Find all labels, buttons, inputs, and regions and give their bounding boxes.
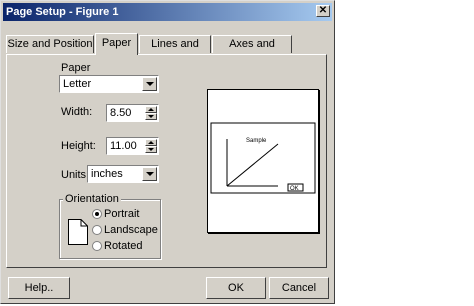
- window-title: Page Setup - Figure 1: [6, 6, 119, 18]
- paper-size-select[interactable]: Letter: [59, 75, 159, 93]
- radio-landscape[interactable]: [92, 225, 102, 235]
- landscape-label: Landscape: [104, 224, 158, 236]
- spin-up-icon[interactable]: [145, 139, 157, 146]
- spin-up-icon[interactable]: [145, 106, 157, 113]
- width-value: 8.50: [110, 107, 132, 119]
- radio-rotated[interactable]: [92, 241, 102, 251]
- units-label: Units:: [61, 169, 90, 181]
- preview-ok-button: OK: [290, 186, 299, 192]
- preview-figure: Sample OK: [210, 122, 316, 194]
- title-bar: Page Setup - Figure 1 ✕: [3, 3, 332, 21]
- rotated-label: Rotated: [104, 240, 143, 252]
- help-button[interactable]: Help..: [8, 277, 70, 299]
- radio-portrait[interactable]: [92, 209, 102, 219]
- paper-size-value: Letter: [63, 78, 92, 90]
- tab-size-and-position[interactable]: Size and Position: [6, 35, 94, 53]
- page-preview: Sample OK: [207, 89, 319, 233]
- width-spinner[interactable]: 8.50: [106, 104, 159, 122]
- portrait-label: Portrait: [104, 208, 140, 220]
- cancel-button[interactable]: Cancel: [269, 277, 329, 299]
- tab-lines-and-text[interactable]: Lines and Text: [139, 35, 211, 66]
- height-value: 11.00: [110, 140, 137, 152]
- width-label: Width:: [61, 106, 93, 118]
- close-button[interactable]: ✕: [316, 5, 330, 17]
- portrait-page-icon: [68, 219, 88, 245]
- height-label: Height:: [61, 140, 96, 152]
- chevron-down-icon[interactable]: [142, 167, 157, 181]
- spin-down-icon[interactable]: [145, 113, 157, 120]
- chevron-down-icon[interactable]: [142, 77, 157, 91]
- spin-down-icon[interactable]: [145, 146, 157, 153]
- height-spinner[interactable]: 11.00: [106, 137, 159, 155]
- tab-paper[interactable]: Paper: [95, 33, 138, 55]
- units-select[interactable]: inches: [87, 165, 159, 183]
- orientation-label: Orientation: [63, 193, 121, 205]
- ok-button[interactable]: OK: [206, 277, 266, 299]
- page-setup-dialog: Page Setup - Figure 1 ✕ Size and Positio…: [0, 0, 335, 304]
- preview-title: Sample: [246, 138, 267, 144]
- tab-axes-and-figure[interactable]: Axes and Figure: [212, 35, 292, 66]
- units-value: inches: [91, 168, 123, 180]
